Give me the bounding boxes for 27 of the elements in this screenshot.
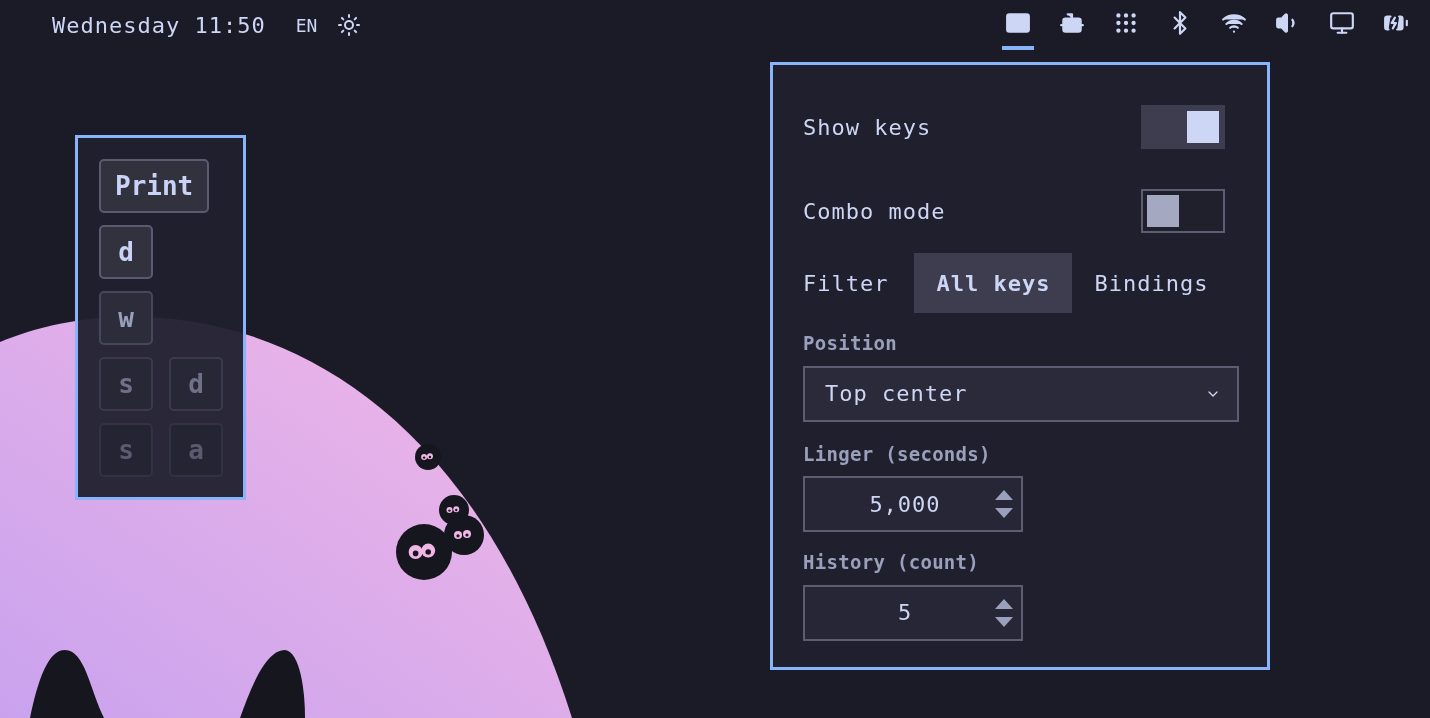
filter-tab[interactable]: All keys [914, 253, 1073, 313]
decrement-arrow-icon[interactable] [995, 616, 1013, 627]
key-cap: d [99, 225, 153, 279]
increment-arrow-icon[interactable] [995, 598, 1013, 609]
history-label: History (count) [803, 550, 981, 575]
position-label: Position [803, 331, 898, 356]
linger-label: Linger (seconds) [803, 441, 992, 467]
increment-arrow-icon[interactable] [995, 490, 1013, 500]
date-time: Wednesday 11:50 [52, 11, 266, 40]
number-field[interactable]: 5 [803, 584, 1023, 641]
brightness-icon[interactable] [337, 13, 362, 37]
decrement-arrow-icon[interactable] [995, 508, 1013, 518]
language-indicator[interactable]: EN [295, 11, 318, 39]
key-cap: s [99, 357, 153, 411]
number-field[interactable]: 5,000 [803, 476, 1023, 532]
position-dropdown[interactable]: Top center [803, 365, 1239, 422]
toggle-switch[interactable] [1141, 105, 1225, 149]
key-cap: w [99, 291, 153, 345]
toggle-label: Show keys [803, 113, 932, 142]
filter-tab[interactable]: Bindings [1072, 253, 1231, 313]
filter-label: Filter [803, 269, 889, 298]
key-cap: a [169, 423, 223, 477]
key-cap: s [99, 423, 153, 477]
toggle-label: Combo mode [803, 197, 946, 226]
toggle-switch[interactable] [1141, 189, 1225, 233]
key-cap: Print [99, 159, 210, 213]
key-cap: d [169, 357, 223, 411]
